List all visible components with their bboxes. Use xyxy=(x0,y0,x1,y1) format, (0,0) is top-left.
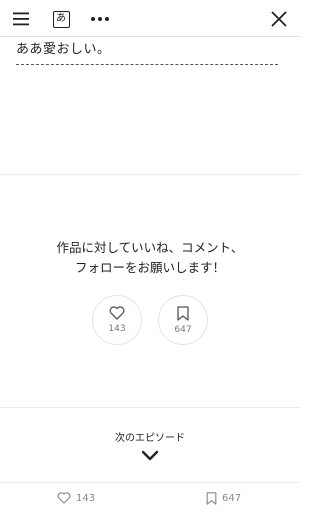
next-episode-link[interactable]: 次のエピソード xyxy=(0,429,300,465)
heart-icon xyxy=(57,492,71,504)
menu-button[interactable] xyxy=(8,6,34,32)
bottom-like-count: 143 xyxy=(76,492,96,504)
hamburger-menu-icon xyxy=(13,12,29,26)
heart-icon xyxy=(109,306,125,320)
bookmark-button[interactable]: 647 xyxy=(158,295,208,345)
like-button[interactable]: 143 xyxy=(92,295,142,345)
section-divider xyxy=(0,407,300,408)
font-size-icon: あ xyxy=(52,10,70,28)
bottom-bookmark-button[interactable]: 647 xyxy=(206,492,241,505)
bookmark-count: 647 xyxy=(174,324,192,335)
bookmark-icon xyxy=(206,492,217,505)
font-settings-button[interactable]: あ xyxy=(48,6,74,32)
text-divider xyxy=(16,64,278,65)
more-options-button[interactable] xyxy=(87,6,113,32)
like-count: 143 xyxy=(108,324,126,334)
more-dots-icon xyxy=(91,17,109,21)
engagement-prompt: 作品に対していいね、コメント、 フォローをお願いします！ xyxy=(0,238,300,278)
chevron-down-icon xyxy=(141,450,159,461)
section-divider xyxy=(0,174,300,175)
next-episode-label: 次のエピソード xyxy=(115,433,185,444)
bottom-like-button[interactable]: 143 xyxy=(57,492,95,504)
close-icon xyxy=(271,11,287,27)
bottom-bookmark-count: 647 xyxy=(222,493,242,504)
story-text-line: ああ愛おしい。 xyxy=(16,42,111,57)
engagement-prompt-line2: フォローをお願いします！ xyxy=(74,260,225,275)
bottom-action-bar: 143 647 xyxy=(0,483,300,519)
close-button[interactable] xyxy=(266,6,292,32)
top-toolbar: あ xyxy=(0,0,300,37)
engagement-prompt-line1: 作品に対していいね、コメント、 xyxy=(56,240,244,255)
bookmark-icon xyxy=(177,305,189,321)
